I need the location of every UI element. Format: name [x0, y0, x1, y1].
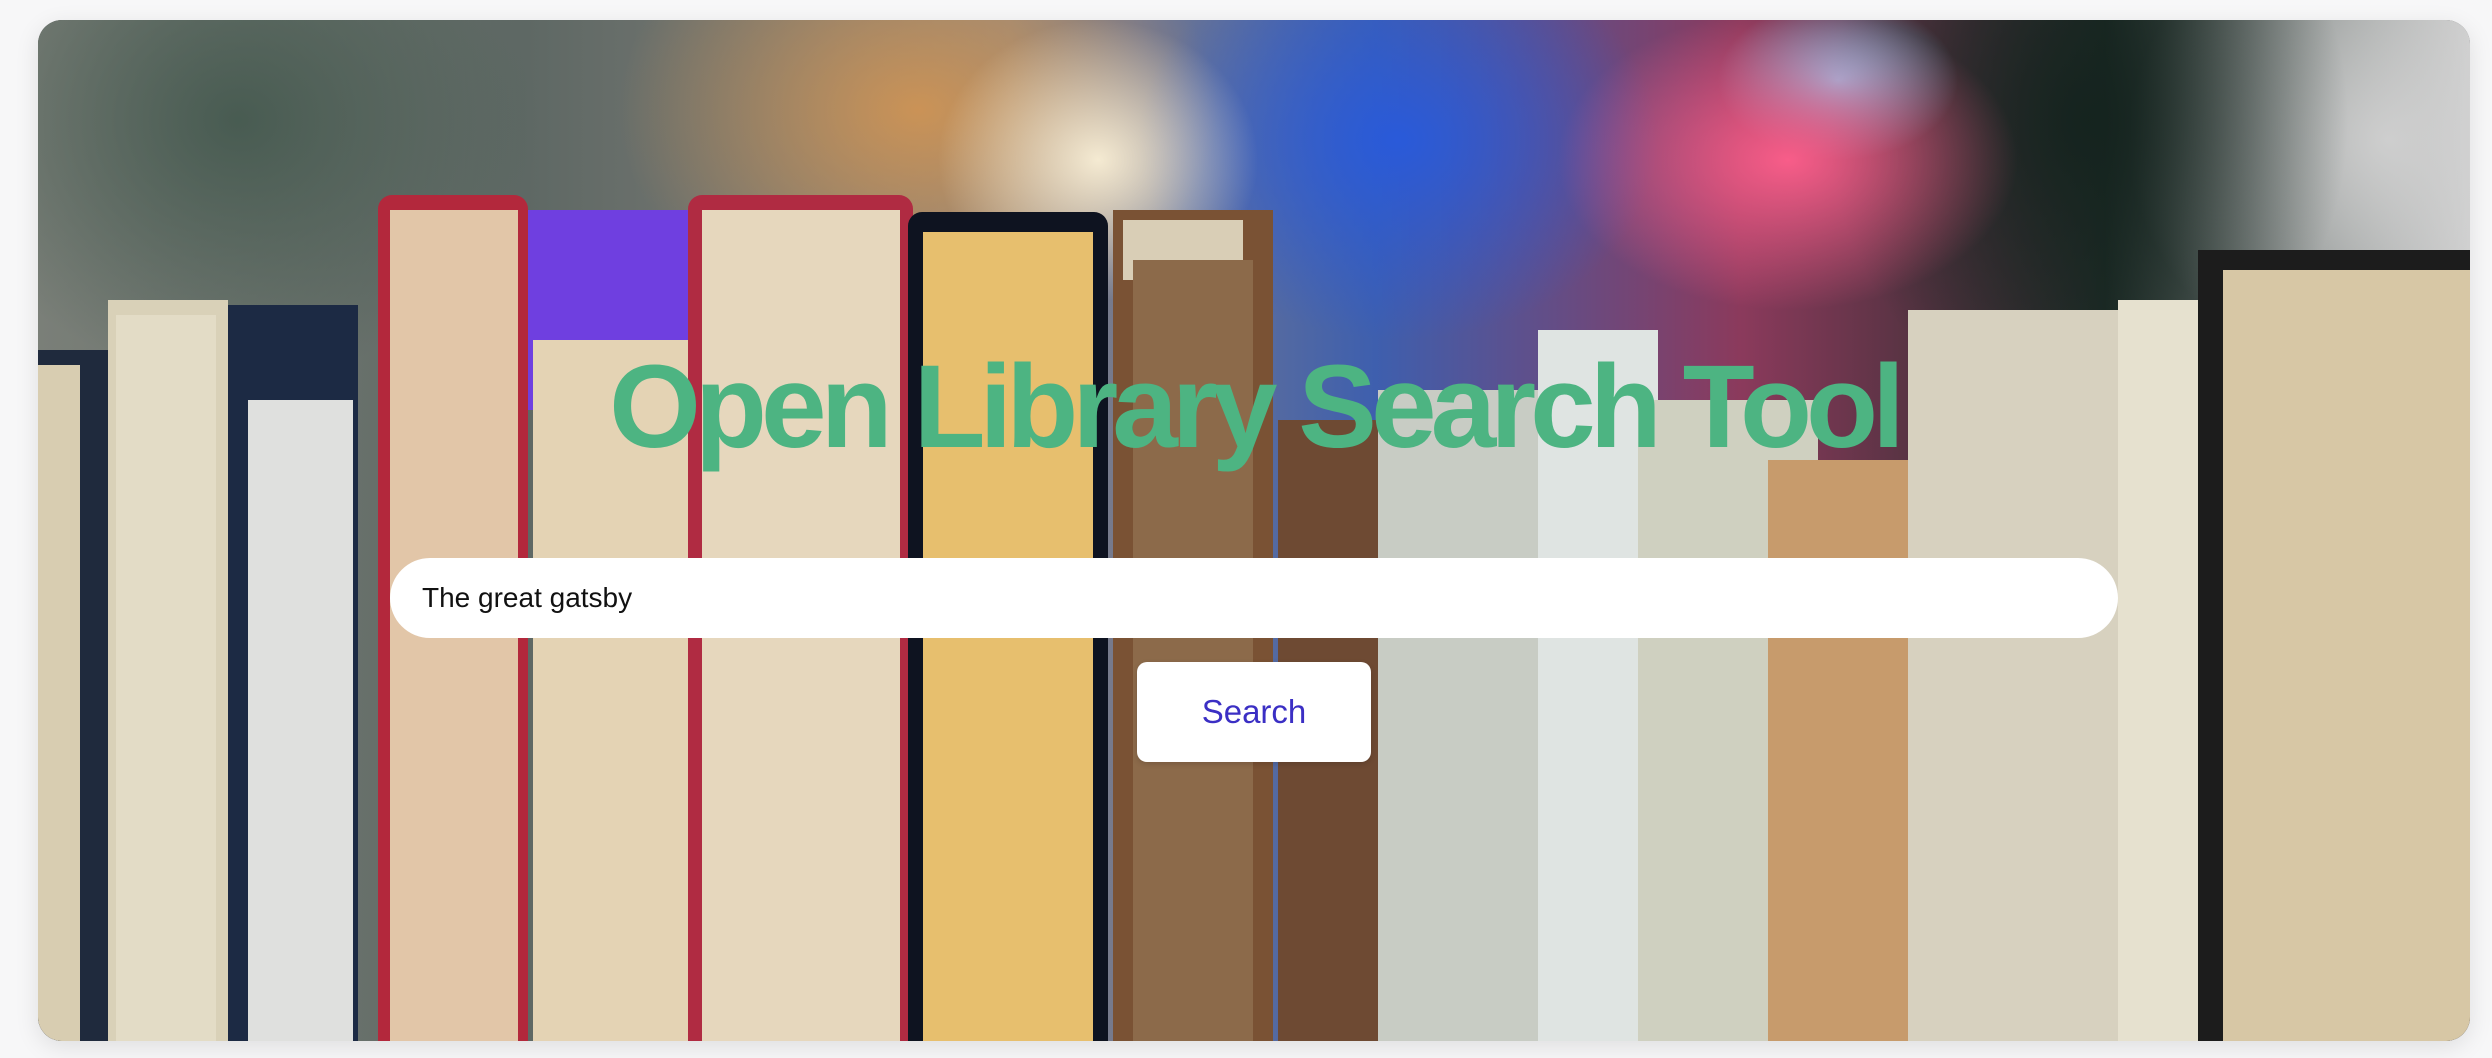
page-title: Open Library Search Tool — [609, 341, 1905, 473]
books-illustration — [38, 195, 2470, 1041]
search-button[interactable]: Search — [1137, 662, 1371, 762]
hero-card: Open Library Search Tool Search — [38, 20, 2470, 1041]
books-background-image — [38, 20, 2470, 1041]
search-input[interactable] — [390, 558, 2118, 638]
